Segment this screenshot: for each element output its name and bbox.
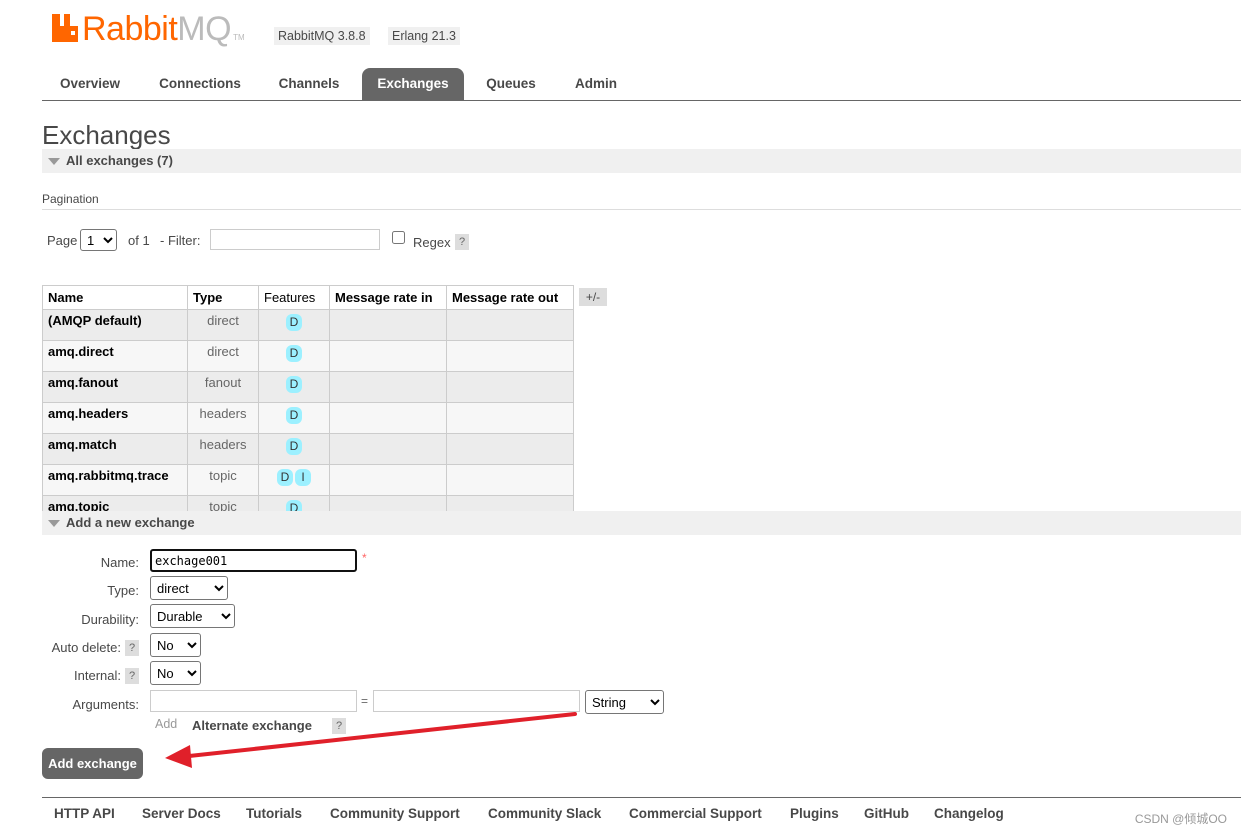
footer-nav: HTTP API Server Docs Tutorials Community… [42,797,1241,835]
footer-link-community-slack[interactable]: Community Slack [488,806,601,821]
footer-link-http-api[interactable]: HTTP API [54,806,115,821]
footer-link-plugins[interactable]: Plugins [790,806,839,821]
watermark: CSDN @倾城OO [1134,812,1227,826]
footer-link-changelog[interactable]: Changelog [934,806,1004,821]
footer-link-community-support[interactable]: Community Support [330,806,460,821]
footer-link-commercial-support[interactable]: Commercial Support [629,806,762,821]
footer-link-github[interactable]: GitHub [864,806,909,821]
footer-link-server-docs[interactable]: Server Docs [142,806,221,821]
footer-link-tutorials[interactable]: Tutorials [246,806,302,821]
annotation-arrow-icon [165,712,577,768]
